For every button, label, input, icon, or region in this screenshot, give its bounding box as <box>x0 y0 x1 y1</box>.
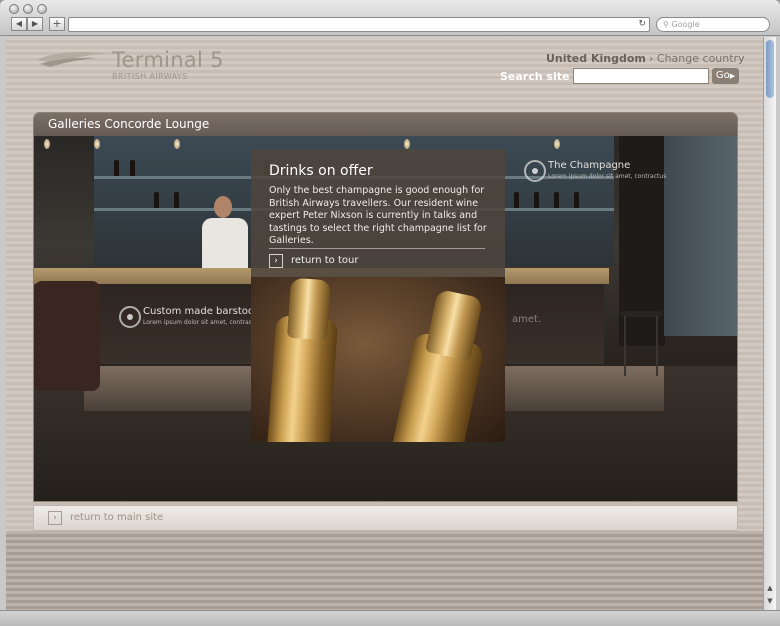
bottle <box>114 160 119 176</box>
divider <box>269 248 485 249</box>
search-site-input[interactable] <box>573 68 709 84</box>
search-go-button[interactable]: Go▶ <box>712 68 739 84</box>
ceiling-light <box>174 139 180 149</box>
ceiling-light <box>404 139 410 149</box>
zoom-window-button[interactable] <box>37 4 47 14</box>
brand-title: Terminal 5 <box>112 48 224 72</box>
forward-arrow-icon[interactable]: ▶ <box>27 17 43 31</box>
web-page: Terminal 5 BRITISH AIRWAYS United Kingdo… <box>6 37 763 610</box>
stool-leg <box>656 316 658 376</box>
plus-icon[interactable]: + <box>49 17 65 31</box>
info-panel: Drinks on offer Only the best champagne … <box>251 149 505 442</box>
stool-leg <box>624 316 626 376</box>
bottle <box>514 192 519 208</box>
chevron-right-icon: › <box>269 254 283 268</box>
armchair <box>34 281 100 391</box>
bottle <box>130 160 135 176</box>
page-bottom-band <box>6 531 763 610</box>
bottle <box>174 192 179 208</box>
hotspot-title: The Champagne <box>548 160 631 171</box>
champagne-foil-left <box>286 277 332 341</box>
reload-icon[interactable]: ↻ <box>638 18 646 31</box>
panel-title: Drinks on offer <box>269 163 373 179</box>
browser-toolbar: ◀ ▶ + ↻ ⚲ Google <box>0 0 780 36</box>
brand-subtitle: BRITISH AIRWAYS <box>112 72 188 81</box>
gallery-title: Galleries Concorde Lounge <box>48 117 210 131</box>
hotspot-dot <box>127 314 133 320</box>
scroll-down-icon[interactable]: ▼ <box>764 595 776 607</box>
bartender-head <box>214 196 232 218</box>
status-bar <box>0 610 780 626</box>
back-arrow-icon[interactable]: ◀ <box>11 17 27 31</box>
info-panel-header: Drinks on offer Only the best champagne … <box>251 149 505 277</box>
return-to-tour-label: return to tour <box>291 255 359 266</box>
champagne-photo <box>251 277 505 442</box>
return-main-site-label: return to main site <box>70 512 164 523</box>
vertical-scrollbar[interactable]: ▲ ▼ <box>763 37 776 610</box>
change-country-link[interactable]: › Change country <box>649 52 745 65</box>
obscured-hotspot-text: amet. <box>512 314 542 325</box>
window-view <box>664 136 737 336</box>
scroll-thumb[interactable] <box>766 40 774 98</box>
bottle <box>554 192 559 208</box>
browser-search-placeholder: Google <box>671 20 700 29</box>
magnifier-icon: ⚲ <box>663 20 669 29</box>
scroll-up-icon[interactable]: ▲ <box>764 582 776 594</box>
chevron-right-icon: › <box>48 511 62 525</box>
close-window-button[interactable] <box>9 4 19 14</box>
browser-window: ◀ ▶ + ↻ ⚲ Google Terminal 5 BRITISH AIRW… <box>0 0 780 626</box>
hotspot-title: Custom made barstool <box>143 306 257 317</box>
hotspot-description: Lorem ipsum dolor sit amet, contractus <box>548 173 667 180</box>
play-arrow-icon: ▶ <box>729 72 736 80</box>
bartender-body <box>202 218 248 268</box>
hotspot-ring-icon <box>524 160 546 182</box>
change-country-label: Change country <box>656 52 745 65</box>
address-bar[interactable]: ↻ <box>68 17 650 32</box>
return-main-site-bar[interactable]: › return to main site <box>33 505 738 531</box>
minimize-window-button[interactable] <box>23 4 33 14</box>
hotspot-description: Lorem ipsum dolor sit amet, contractus <box>143 319 262 326</box>
chevron-right-icon: › <box>649 52 654 65</box>
gallery-title-bar: Galleries Concorde Lounge <box>34 113 737 136</box>
speedmarque-logo-icon <box>36 52 108 67</box>
bottle <box>154 192 159 208</box>
ceiling-light <box>554 139 560 149</box>
ceiling-light <box>44 139 50 149</box>
gallery-viewer: Galleries Concorde Lounge Custom made ba… <box>33 112 738 502</box>
ceiling-light <box>94 139 100 149</box>
current-country: United Kingdom <box>546 52 646 65</box>
hotspot-dot <box>532 168 538 174</box>
search-site-label: Search site <box>500 70 570 83</box>
panel-description: Only the best champagne is good enough f… <box>269 185 487 246</box>
browser-search-field[interactable]: ⚲ Google <box>656 17 770 32</box>
bottle <box>534 192 539 208</box>
bottle <box>574 192 579 208</box>
hotspot-ring-icon <box>119 306 141 328</box>
go-label: Go <box>715 70 730 81</box>
